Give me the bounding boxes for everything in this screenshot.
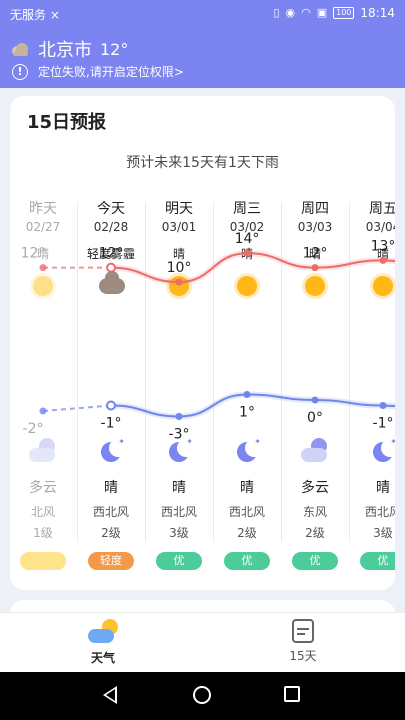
- aqi-badge: 优: [360, 552, 395, 570]
- tab-bar: 天气 15天: [0, 612, 405, 672]
- forecast-card: 15日预报 预计未来15天有1天下雨 昨天 02/27 晴多云 北风 1级 今天 02/28…: [10, 96, 395, 590]
- high-temperature-line: [110, 252, 395, 284]
- low-temperature-label: -1°: [373, 416, 394, 432]
- alert-icon: !: [12, 63, 28, 80]
- status-bar: 无服务 × ▯ ◉ ◠ ▣ 100 18:14: [0, 0, 405, 28]
- location-warning[interactable]: ! 定位失败,请开启定位权限>: [12, 63, 184, 80]
- aqi-badge: 轻度: [88, 552, 134, 570]
- forecast-night-condition: 多云: [29, 480, 57, 496]
- high-temperature-label: 13°: [371, 238, 395, 254]
- high-temperature-line-point: [106, 262, 116, 273]
- forecast-wind-level: 2级: [305, 526, 325, 540]
- cloud-night-icon: [29, 438, 57, 466]
- home-button[interactable]: [193, 686, 211, 704]
- cloud-night-icon: [301, 438, 329, 466]
- tab-weather[interactable]: 天气: [53, 619, 153, 666]
- high-temperature-line-point: [39, 264, 47, 272]
- forecast-wind-level: 3级: [169, 526, 189, 540]
- low-temperature-label: -1°: [101, 416, 122, 432]
- high-temperature-label: 14°: [235, 231, 260, 247]
- current-temperature: 12°: [100, 39, 129, 59]
- forecast-wind-level: 2级: [237, 526, 257, 540]
- forecast-wind-direction: 北风: [30, 505, 55, 519]
- low-temperature-label: -3°: [169, 427, 190, 443]
- weather-icon: [88, 619, 118, 645]
- city-row[interactable]: 北京市 12°: [10, 36, 128, 62]
- location-warning-text[interactable]: 定位失败,请开启定位权限>: [38, 63, 184, 80]
- vibrate-icon: ▯: [273, 6, 280, 19]
- back-button[interactable]: [103, 686, 117, 704]
- forecast-wind-level: 3级: [373, 526, 393, 540]
- high-temperature-line-point: [243, 249, 251, 257]
- header: 北京市 12° ! 定位失败,请开启定位权限>: [0, 28, 405, 88]
- forecast-title: 15日预报: [27, 112, 107, 133]
- calendar-icon: [292, 619, 314, 643]
- low-temperature-line-point: [175, 413, 183, 420]
- aqi-badge: [20, 552, 66, 570]
- status-icons: ▯ ◉ ◠ ▣ 100 18:14: [273, 6, 395, 20]
- city-name[interactable]: 北京市: [38, 36, 92, 62]
- tab-weather-label[interactable]: 天气: [53, 649, 153, 666]
- low-temperature-line-point: [311, 396, 319, 404]
- carrier-status: 无服务 ×: [10, 6, 60, 23]
- moon-icon: ✦: [233, 438, 263, 466]
- low-temperature-label: 1°: [239, 405, 255, 421]
- forecast-summary: 预计未来15天有1天下雨: [126, 155, 279, 171]
- tab-15-days[interactable]: 15天: [253, 619, 353, 664]
- carrier-x-icon: ×: [49, 8, 60, 22]
- aqi-badge: 优: [224, 552, 270, 570]
- cloud-icon: [10, 42, 30, 56]
- forecast-night-condition: 多云: [301, 480, 329, 496]
- low-temperature-label: -2°: [23, 421, 44, 437]
- battery-icon: 100: [333, 7, 355, 19]
- forecast-wind-level: 1级: [33, 526, 53, 540]
- high-temperature-label: 12°: [21, 246, 46, 262]
- forecast-wind-direction: 东风: [302, 505, 327, 519]
- high-temperature-label: 10°: [167, 260, 192, 276]
- low-temperature-line-point: [106, 400, 116, 411]
- forecast-wind-direction: 西北风: [160, 505, 197, 519]
- high-temperature-label: 12°: [303, 246, 328, 262]
- low-temperature-line-point: [243, 391, 251, 398]
- forecast-wind-direction: 西北风: [364, 505, 395, 519]
- temperature-chart: 12° -2° 12° -1° 10° -3° 14° 1° 12° 0° 13° -1°: [21, 231, 395, 443]
- low-temperature-line-past-segment: [42, 404, 112, 412]
- moon-icon: ✦: [369, 438, 395, 466]
- navigation-bar: [0, 672, 405, 720]
- forecast-night-condition: 晴: [172, 480, 186, 496]
- clock-text: 18:14: [360, 6, 395, 20]
- forecast-wind-direction: 西北风: [92, 505, 129, 519]
- tab-15-days-label[interactable]: 15天: [253, 647, 353, 664]
- low-temperature-line-point: [39, 407, 47, 415]
- forecast-night-condition: 晴: [376, 480, 390, 496]
- forecast-night-condition: 晴: [104, 480, 118, 496]
- forecast-night-condition: 晴: [240, 480, 254, 496]
- low-temperature-label: 0°: [307, 410, 323, 426]
- forecast-wind-level: 2级: [101, 526, 121, 540]
- high-temperature-line-point: [311, 264, 319, 272]
- high-temperature-line-point: [175, 278, 183, 286]
- aqi-badge: 优: [292, 552, 338, 570]
- recents-button[interactable]: [284, 686, 300, 702]
- forecast-wind-direction: 西北风: [228, 505, 265, 519]
- high-temperature-label: 12°: [99, 246, 124, 262]
- carrier-text: 无服务: [10, 8, 47, 22]
- high-temperature-line-point: [379, 256, 387, 264]
- aqi-badge: 优: [156, 552, 202, 570]
- sim-icon: ▣: [316, 6, 328, 19]
- moon-icon: ✦: [97, 438, 127, 466]
- eye-icon: ◉: [285, 6, 296, 19]
- wifi-icon: ◠: [301, 6, 311, 19]
- low-temperature-line-point: [379, 402, 387, 409]
